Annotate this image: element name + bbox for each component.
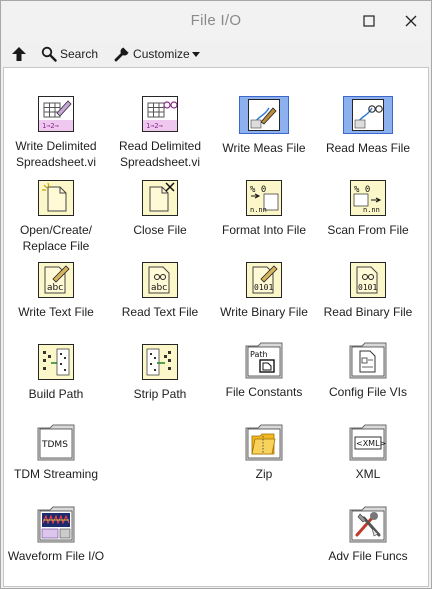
strip-path-icon [142, 344, 178, 380]
palette-item-write-binary-file[interactable]: 0101 Write Binary File [212, 262, 316, 320]
read-meas-file-icon [352, 99, 384, 131]
palette-item-label: Build Path [28, 387, 84, 401]
palette-item-read-meas-file[interactable]: Read Meas File [316, 96, 420, 156]
read-spreadsheet-icon: 1⇒2⇒ [142, 96, 178, 132]
write-binary-file-icon: 0101 [246, 262, 282, 298]
up-button[interactable] [7, 42, 37, 66]
format-into-file-icon: % 0 n.nn [246, 180, 282, 216]
palette-item-config-file-vis[interactable]: Config File VIs [316, 340, 420, 400]
selection-highlight [239, 96, 289, 134]
svg-text:n.nn: n.nn [250, 206, 267, 214]
svg-text:<XML>: <XML> [356, 439, 386, 448]
palette-item-label: Adv File Funcs [328, 549, 408, 563]
write-text-file-icon: abc [38, 262, 74, 298]
palette-item-label: XML [355, 467, 381, 481]
palette-item-label: Scan From File [327, 223, 409, 237]
file-constants-folder-icon: Path [244, 340, 284, 379]
search-button[interactable]: Search [37, 42, 102, 66]
palette-item-label: Write Binary File [220, 305, 308, 319]
palette-item-label: TDM Streaming [13, 467, 99, 481]
palette-item-label: Read Binary File [323, 305, 413, 319]
search-label: Search [60, 47, 99, 61]
svg-text:abc: abc [47, 283, 63, 293]
svg-text:1⇒2⇒: 1⇒2⇒ [146, 122, 163, 130]
palette-item-label: Format Into File [221, 223, 307, 237]
palette-panel: 1⇒2⇒ Write Delimited Spreadsheet.vi 1⇒2⇒ [3, 67, 429, 587]
tdm-streaming-folder-icon: TDMS [36, 422, 76, 461]
svg-text:0101: 0101 [358, 283, 377, 292]
palette-item-waveform-file-io[interactable]: Waveform File I/O [4, 504, 108, 564]
search-icon [41, 46, 57, 62]
palette-item-label: Waveform File I/O [7, 549, 105, 563]
palette-item-read-text-file[interactable]: abc Read Text File [108, 262, 212, 320]
maximize-button[interactable] [355, 9, 383, 33]
palette-toolbar: Search Customize [1, 41, 431, 67]
svg-text:% 0: % 0 [354, 185, 370, 195]
palette-item-label: Config File VIs [328, 385, 408, 399]
palette-item-write-meas-file[interactable]: Write Meas File [212, 96, 316, 156]
palette-item-label: Strip Path [133, 387, 187, 401]
palette-item-label: Write Meas File [222, 141, 306, 155]
palette-item-label: Write Delimited Spreadsheet.vi [15, 139, 97, 169]
write-meas-file-icon [248, 99, 280, 131]
write-spreadsheet-icon: 1⇒2⇒ [38, 96, 74, 132]
up-arrow-icon [12, 47, 26, 61]
palette-item-xml[interactable]: <XML> XML [316, 422, 420, 482]
svg-text:% 0: % 0 [250, 185, 266, 195]
dropdown-arrow-icon [191, 52, 200, 57]
palette-item-label: Zip [255, 467, 273, 481]
svg-text:TDMS: TDMS [41, 440, 68, 450]
read-text-file-icon: abc [142, 262, 178, 298]
palette-item-read-binary-file[interactable]: 0101 Read Binary File [316, 262, 420, 320]
svg-text:1⇒2⇒: 1⇒2⇒ [42, 122, 59, 130]
waveform-file-folder-icon [36, 504, 76, 543]
palette-item-write-delimited-spreadsheet[interactable]: 1⇒2⇒ Write Delimited Spreadsheet.vi [4, 96, 108, 170]
palette-item-zip[interactable]: Zip [212, 422, 316, 482]
palette-item-scan-from-file[interactable]: % 0 n.nn Scan From File [316, 180, 420, 238]
config-file-folder-icon [348, 340, 388, 379]
svg-text:0101: 0101 [254, 283, 273, 292]
svg-text:abc: abc [151, 283, 167, 293]
read-binary-file-icon: 0101 [350, 262, 386, 298]
palette-item-format-into-file[interactable]: % 0 n.nn Format Into File [212, 180, 316, 238]
palette-item-label: Read Meas File [325, 141, 411, 155]
palette-item-label: File Constants [225, 385, 303, 399]
palette-item-close-file[interactable]: Close File [108, 180, 212, 238]
title-bar[interactable]: File I/O [1, 1, 431, 41]
palette-item-label: Read Delimited Spreadsheet.vi [118, 139, 202, 169]
svg-text:n.nn: n.nn [363, 206, 380, 214]
file-io-palette-window: File I/O Search Customize 1⇒2⇒ Write Del… [0, 0, 432, 589]
build-path-icon [38, 344, 74, 380]
palette-item-open-create-replace-file[interactable]: Open/Create/ Replace File [4, 180, 108, 254]
palette-item-tdm-streaming[interactable]: TDMS TDM Streaming [4, 422, 108, 482]
close-file-icon [142, 180, 178, 216]
palette-item-file-constants[interactable]: Path File Constants [212, 340, 316, 400]
palette-item-build-path[interactable]: Build Path [4, 344, 108, 402]
palette-item-strip-path[interactable]: Strip Path [108, 344, 212, 402]
close-button[interactable] [397, 9, 425, 33]
palette-item-label: Close File [133, 223, 187, 237]
customize-label: Customize [133, 47, 190, 61]
palette-item-label: Write Text File [18, 305, 94, 319]
maximize-icon [363, 15, 375, 27]
customize-button[interactable]: Customize [110, 42, 204, 66]
palette-item-adv-file-funcs[interactable]: Adv File Funcs [316, 504, 420, 564]
svg-text:Path: Path [250, 350, 268, 359]
palette-item-label: Read Text File [121, 305, 199, 319]
selection-highlight [343, 96, 393, 134]
scan-from-file-icon: % 0 n.nn [350, 180, 386, 216]
adv-file-funcs-folder-icon [348, 504, 388, 543]
wrench-icon [114, 46, 130, 62]
open-file-icon [38, 180, 74, 216]
close-icon [405, 15, 417, 27]
palette-item-write-text-file[interactable]: abc Write Text File [4, 262, 108, 320]
palette-item-label: Open/Create/ Replace File [19, 223, 93, 253]
xml-folder-icon: <XML> [348, 422, 388, 461]
zip-folder-icon [244, 422, 284, 461]
palette-item-read-delimited-spreadsheet[interactable]: 1⇒2⇒ Read Delimited Spreadsheet.vi [108, 96, 212, 170]
